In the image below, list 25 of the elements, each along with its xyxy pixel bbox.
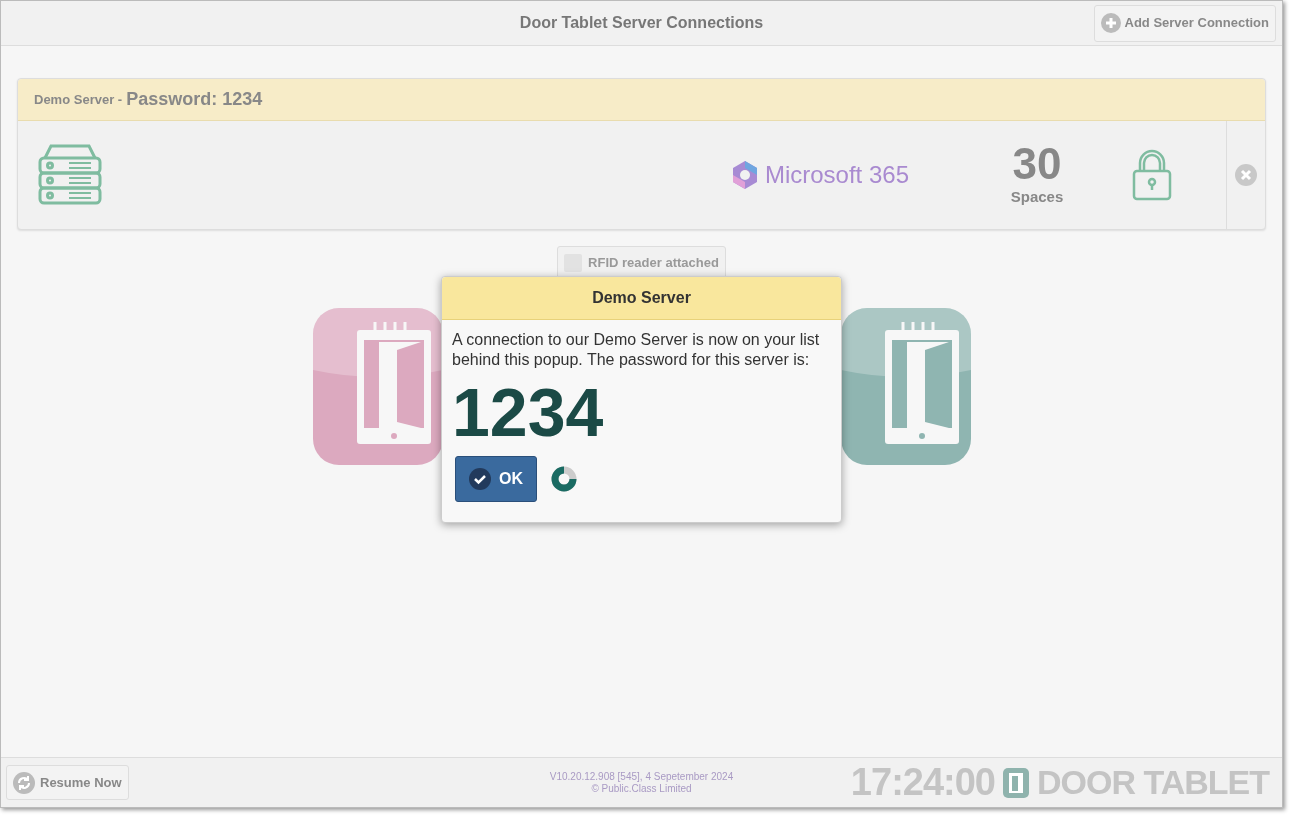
door-tablet-icon[interactable] <box>312 308 443 465</box>
loading-spinner-icon <box>551 466 577 492</box>
close-icon[interactable] <box>1235 164 1257 186</box>
space-count-label: Spaces <box>1010 186 1064 207</box>
dialog-message: A connection to our Demo Server is now on your list behind this popup. The password for this server is: <box>452 330 821 370</box>
space-count: 30 <box>1012 141 1062 186</box>
add-server-connection-button[interactable]: Add Server Connection <box>1093 4 1276 42</box>
server-name: Demo Server - <box>34 90 123 109</box>
hexagon-logo-icon <box>730 160 759 190</box>
plus-icon <box>1100 13 1121 33</box>
door-tablet-icon[interactable] <box>840 308 971 465</box>
padlock-icon <box>1132 149 1172 201</box>
provider-name: Microsoft 365 <box>764 160 909 190</box>
checkmark-icon <box>469 468 491 490</box>
dialog-title: Demo Server <box>592 288 691 308</box>
server-stack-icon <box>37 142 103 208</box>
resume-now-button[interactable]: Resume Now <box>6 765 129 800</box>
version-text: V10.20.12.908 [545], 4 Sepetember 2024 <box>549 770 734 783</box>
door-tablet-logo-icon <box>1003 767 1029 798</box>
password-code: 1234 <box>452 373 605 452</box>
copyright-text: © Public.Class Limited <box>591 782 692 795</box>
page-title: Door Tablet Server Connections <box>519 13 764 33</box>
ok-button[interactable]: OK <box>455 456 537 502</box>
server-password: Password: 1234 <box>126 88 263 111</box>
refresh-icon <box>13 771 35 794</box>
